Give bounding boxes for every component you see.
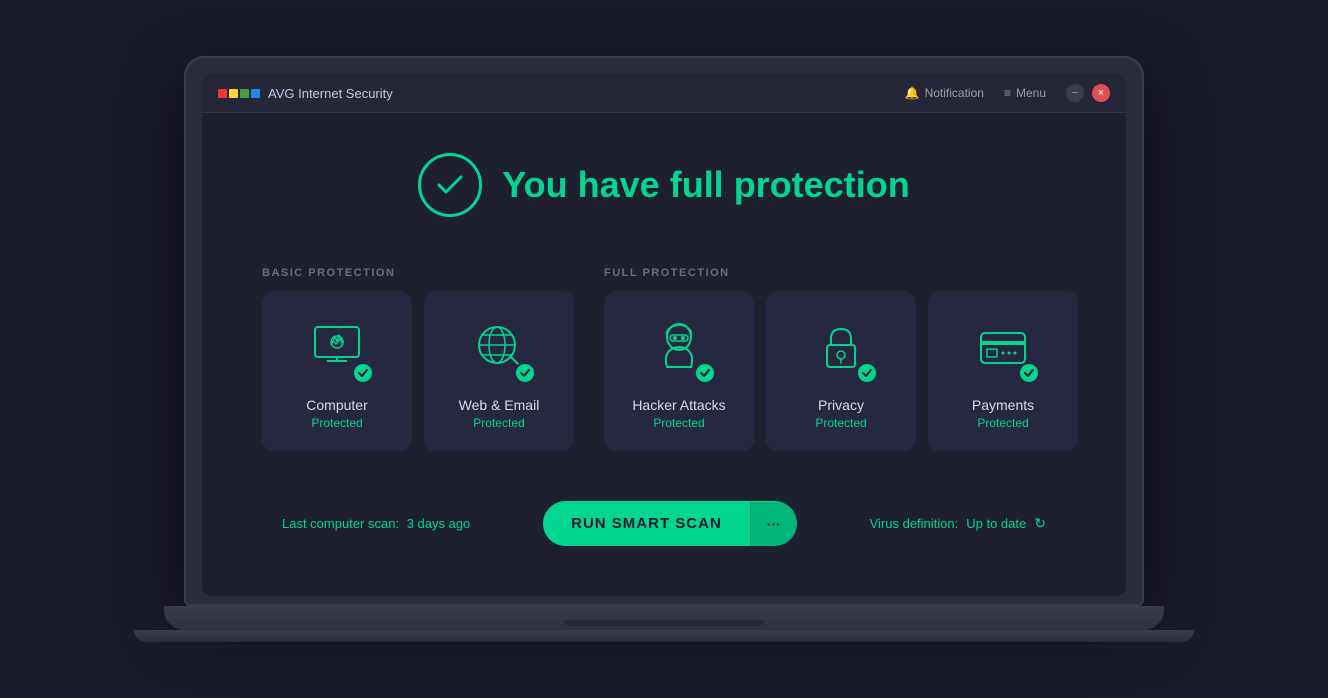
computer-card-title: Computer — [306, 396, 367, 414]
full-protection-cards: Hacker Attacks Protected — [604, 291, 1078, 451]
logo-block-yellow — [229, 89, 238, 98]
basic-protection-cards: Computer Protected — [262, 291, 574, 451]
payments-card-text: Payments Protected — [972, 396, 1034, 430]
computer-card-status: Protected — [306, 416, 367, 430]
minimize-button[interactable]: − — [1066, 84, 1084, 102]
main-content: You have full protection BASIC PROTECTIO… — [202, 113, 1126, 596]
web-email-card-text: Web & Email Protected — [459, 396, 540, 430]
laptop-base — [164, 606, 1164, 630]
computer-check-badge — [352, 362, 374, 384]
hacker-protection-card[interactable]: Hacker Attacks Protected — [604, 291, 754, 451]
last-scan-info: Last computer scan: 3 days ago — [282, 516, 470, 531]
basic-protection-label: BASIC PROTECTION — [262, 267, 574, 279]
computer-card-text: Computer Protected — [306, 396, 367, 430]
laptop-hinge — [564, 620, 764, 626]
protection-sections: BASIC PROTECTION — [262, 267, 1066, 451]
logo-block-green — [240, 89, 249, 98]
logo-block-red — [218, 89, 227, 98]
refresh-icon[interactable]: ↻ — [1034, 515, 1046, 532]
titlebar-left: AVG Internet Security — [218, 86, 393, 101]
laptop-screen-outer: AVG Internet Security 🔔 Notification ≡ M… — [184, 56, 1144, 606]
titlebar-right: 🔔 Notification ≡ Menu − × — [905, 84, 1110, 102]
privacy-protection-card[interactable]: Privacy Protected — [766, 291, 916, 451]
menu-button[interactable]: ≡ Menu — [1004, 86, 1046, 100]
full-protection-group: FULL PROTECTION — [604, 267, 1078, 451]
hacker-card-title: Hacker Attacks — [632, 396, 725, 414]
laptop-wrapper: AVG Internet Security 🔔 Notification ≡ M… — [164, 56, 1164, 642]
privacy-card-text: Privacy Protected — [815, 396, 866, 430]
titlebar: AVG Internet Security 🔔 Notification ≡ M… — [202, 74, 1126, 113]
web-email-card-title: Web & Email — [459, 396, 540, 414]
privacy-check-badge — [856, 362, 878, 384]
web-email-card-status: Protected — [459, 416, 540, 430]
web-email-protection-card[interactable]: Web & Email Protected — [424, 291, 574, 451]
close-button[interactable]: × — [1092, 84, 1110, 102]
avg-logo — [218, 89, 260, 98]
payments-card-status: Protected — [972, 416, 1034, 430]
payments-check-badge — [1018, 362, 1040, 384]
computer-icon-area — [302, 312, 372, 382]
menu-icon: ≡ — [1004, 86, 1011, 100]
run-smart-scan-button[interactable]: RUN SMART SCAN — [543, 501, 750, 546]
bell-icon: 🔔 — [905, 86, 920, 100]
privacy-card-status: Protected — [815, 416, 866, 430]
app-title: AVG Internet Security — [268, 86, 393, 101]
protection-status-icon — [418, 153, 482, 217]
logo-block-blue — [251, 89, 260, 98]
laptop-bottom — [134, 630, 1194, 642]
payments-card-title: Payments — [972, 396, 1034, 414]
computer-protection-card[interactable]: Computer Protected — [262, 291, 412, 451]
hacker-icon-area — [644, 312, 714, 382]
hero-title: You have full protection — [502, 164, 909, 206]
footer-section: Last computer scan: 3 days ago RUN SMART… — [262, 501, 1066, 546]
basic-protection-group: BASIC PROTECTION — [262, 267, 574, 451]
scan-more-button[interactable]: ··· — [750, 502, 797, 546]
hacker-check-badge — [694, 362, 716, 384]
privacy-card-title: Privacy — [815, 396, 866, 414]
web-email-icon-area — [464, 312, 534, 382]
payments-icon-area — [968, 312, 1038, 382]
notification-button[interactable]: 🔔 Notification — [905, 86, 984, 100]
web-check-badge — [514, 362, 536, 384]
window-controls: − × — [1066, 84, 1110, 102]
scan-button-group[interactable]: RUN SMART SCAN ··· — [543, 501, 797, 546]
laptop-screen: AVG Internet Security 🔔 Notification ≡ M… — [202, 74, 1126, 596]
hacker-card-status: Protected — [632, 416, 725, 430]
virus-definition-info: Virus definition: Up to date ↻ — [870, 515, 1046, 532]
full-protection-label: FULL PROTECTION — [604, 267, 1078, 279]
privacy-icon-area — [806, 312, 876, 382]
payments-protection-card[interactable]: Payments Protected — [928, 291, 1078, 451]
hero-section: You have full protection — [262, 153, 1066, 217]
hacker-card-text: Hacker Attacks Protected — [632, 396, 725, 430]
